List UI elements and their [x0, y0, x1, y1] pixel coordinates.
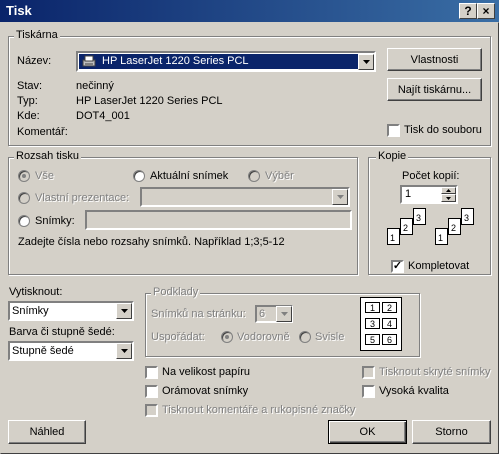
- range-slides-radio[interactable]: [18, 215, 30, 227]
- slides-input[interactable]: [85, 210, 352, 230]
- close-button[interactable]: ×: [477, 3, 495, 19]
- custom-show-select: [140, 187, 350, 207]
- print-comments-checkbox: [145, 404, 158, 417]
- frame-slides-label: Orámovat snímky: [162, 385, 249, 397]
- where-label: Kde:: [17, 110, 40, 122]
- color-label: Barva či stupně šedé:: [9, 326, 115, 338]
- window-title: Tisk: [6, 3, 32, 18]
- color-value: Stupně šedé: [12, 345, 74, 357]
- range-custom-label: Vlastní prezentace:: [35, 192, 130, 204]
- preview-cell: 4: [382, 318, 397, 329]
- range-selection-label: Výběr: [265, 170, 294, 182]
- range-current-radio[interactable]: [133, 170, 145, 182]
- status-value: nečinný: [76, 80, 114, 92]
- help-button[interactable]: ?: [459, 3, 477, 19]
- page-digit: 2: [403, 223, 409, 233]
- preview-cell: 1: [365, 302, 380, 313]
- preview-button[interactable]: Náhled: [8, 420, 86, 444]
- collate-illustration-left: 3 2 1: [385, 208, 437, 254]
- page-icon: 1: [387, 228, 400, 245]
- page-digit: 3: [416, 213, 422, 223]
- chevron-down-icon[interactable]: [116, 343, 132, 359]
- printer-name-value: HP LaserJet 1220 Series PCL: [102, 55, 249, 67]
- cancel-button[interactable]: Storno: [412, 420, 491, 444]
- type-label: Typ:: [17, 95, 38, 107]
- frame-slides-checkbox[interactable]: [145, 385, 158, 398]
- horizontal-label: Vodorovně: [237, 331, 290, 343]
- high-quality-label: Vysoká kvalita: [379, 385, 449, 397]
- range-current-label: Aktuální snímek: [150, 170, 229, 182]
- chevron-down-icon: [276, 306, 292, 322]
- vertical-label: Svisle: [315, 331, 345, 343]
- preview-cell: 2: [382, 302, 397, 313]
- comment-label: Komentář:: [17, 126, 68, 138]
- range-all-radio[interactable]: [18, 170, 30, 182]
- title-bar: [0, 0, 499, 22]
- where-value: DOT4_001: [76, 110, 130, 122]
- copies-count-spinner[interactable]: 1: [400, 185, 458, 204]
- type-value: HP LaserJet 1220 Series PCL: [76, 95, 223, 107]
- chevron-down-icon[interactable]: [116, 303, 132, 319]
- spin-down-icon[interactable]: [441, 194, 456, 202]
- properties-button[interactable]: Vlastnosti: [387, 48, 482, 71]
- horizontal-radio: [221, 331, 233, 343]
- print-what-value: Snímky: [12, 305, 49, 317]
- printer-name-label: Název:: [17, 55, 52, 67]
- range-slides-label: Snímky:: [35, 215, 75, 227]
- high-quality-checkbox[interactable]: [362, 385, 375, 398]
- range-custom-radio: [18, 192, 30, 204]
- chevron-down-icon: [332, 189, 348, 205]
- collate-checkbox[interactable]: ✓: [391, 260, 404, 273]
- page-digit: 3: [464, 213, 470, 223]
- printer-name-select[interactable]: HP LaserJet 1220 Series PCL: [76, 51, 376, 72]
- page-icon: 3: [461, 208, 474, 225]
- range-hint: Zadejte čísla nebo rozsahy snímků. Napří…: [18, 236, 285, 248]
- per-page-label: Snímků na stránku:: [151, 308, 246, 320]
- status-label: Stav:: [17, 80, 43, 92]
- preview-cell: 6: [382, 334, 397, 345]
- per-page-select: 6: [255, 305, 293, 323]
- print-to-file-label: Tisk do souboru: [404, 124, 482, 136]
- printer-group-title: Tiskárna: [14, 29, 60, 41]
- ok-button[interactable]: OK: [328, 420, 407, 444]
- range-selection-radio: [248, 170, 260, 182]
- print-comments-label: Tisknout komentáře a rukopisné značky: [162, 404, 356, 416]
- page-digit: 2: [451, 223, 457, 233]
- print-range-group-title: Rozsah tisku: [14, 150, 81, 162]
- chevron-down-icon[interactable]: [358, 54, 374, 70]
- copies-group-title: Kopie: [376, 150, 409, 162]
- vertical-radio: [299, 331, 311, 343]
- page-icon: 1: [435, 228, 448, 245]
- preview-cell: 5: [365, 334, 380, 345]
- page-digit: 1: [438, 233, 444, 243]
- print-hidden-label: Tisknout skryté snímky: [379, 366, 491, 378]
- find-printer-button[interactable]: Najít tiskárnu...: [387, 78, 482, 101]
- page-icon: 3: [413, 208, 426, 225]
- copies-count-label: Počet kopií:: [402, 170, 460, 182]
- copies-count-value: 1: [405, 188, 412, 200]
- scale-to-fit-label: Na velikost papíru: [162, 366, 251, 378]
- range-all-label: Vše: [35, 170, 54, 182]
- printer-icon: [82, 54, 96, 68]
- collate-label: Kompletovat: [408, 260, 470, 272]
- page-icon: 2: [448, 218, 461, 235]
- handout-preview: 1 2 3 4 5 6: [360, 297, 402, 351]
- page-icon: 2: [400, 218, 413, 235]
- spin-up-icon[interactable]: [441, 187, 456, 194]
- per-page-value: 6: [259, 308, 266, 320]
- color-select[interactable]: Stupně šedé: [8, 341, 134, 361]
- print-to-file-checkbox[interactable]: [387, 124, 400, 137]
- print-what-select[interactable]: Snímky: [8, 301, 134, 321]
- order-label: Uspořádat:: [151, 331, 205, 343]
- scale-to-fit-checkbox[interactable]: [145, 366, 158, 379]
- print-what-label: Vytisknout:: [9, 286, 63, 298]
- print-hidden-checkbox: [362, 366, 375, 379]
- handouts-group-title: Podklady: [151, 286, 201, 298]
- preview-cell: 3: [365, 318, 380, 329]
- page-digit: 1: [390, 233, 396, 243]
- collate-illustration-right: 3 2 1: [433, 208, 485, 254]
